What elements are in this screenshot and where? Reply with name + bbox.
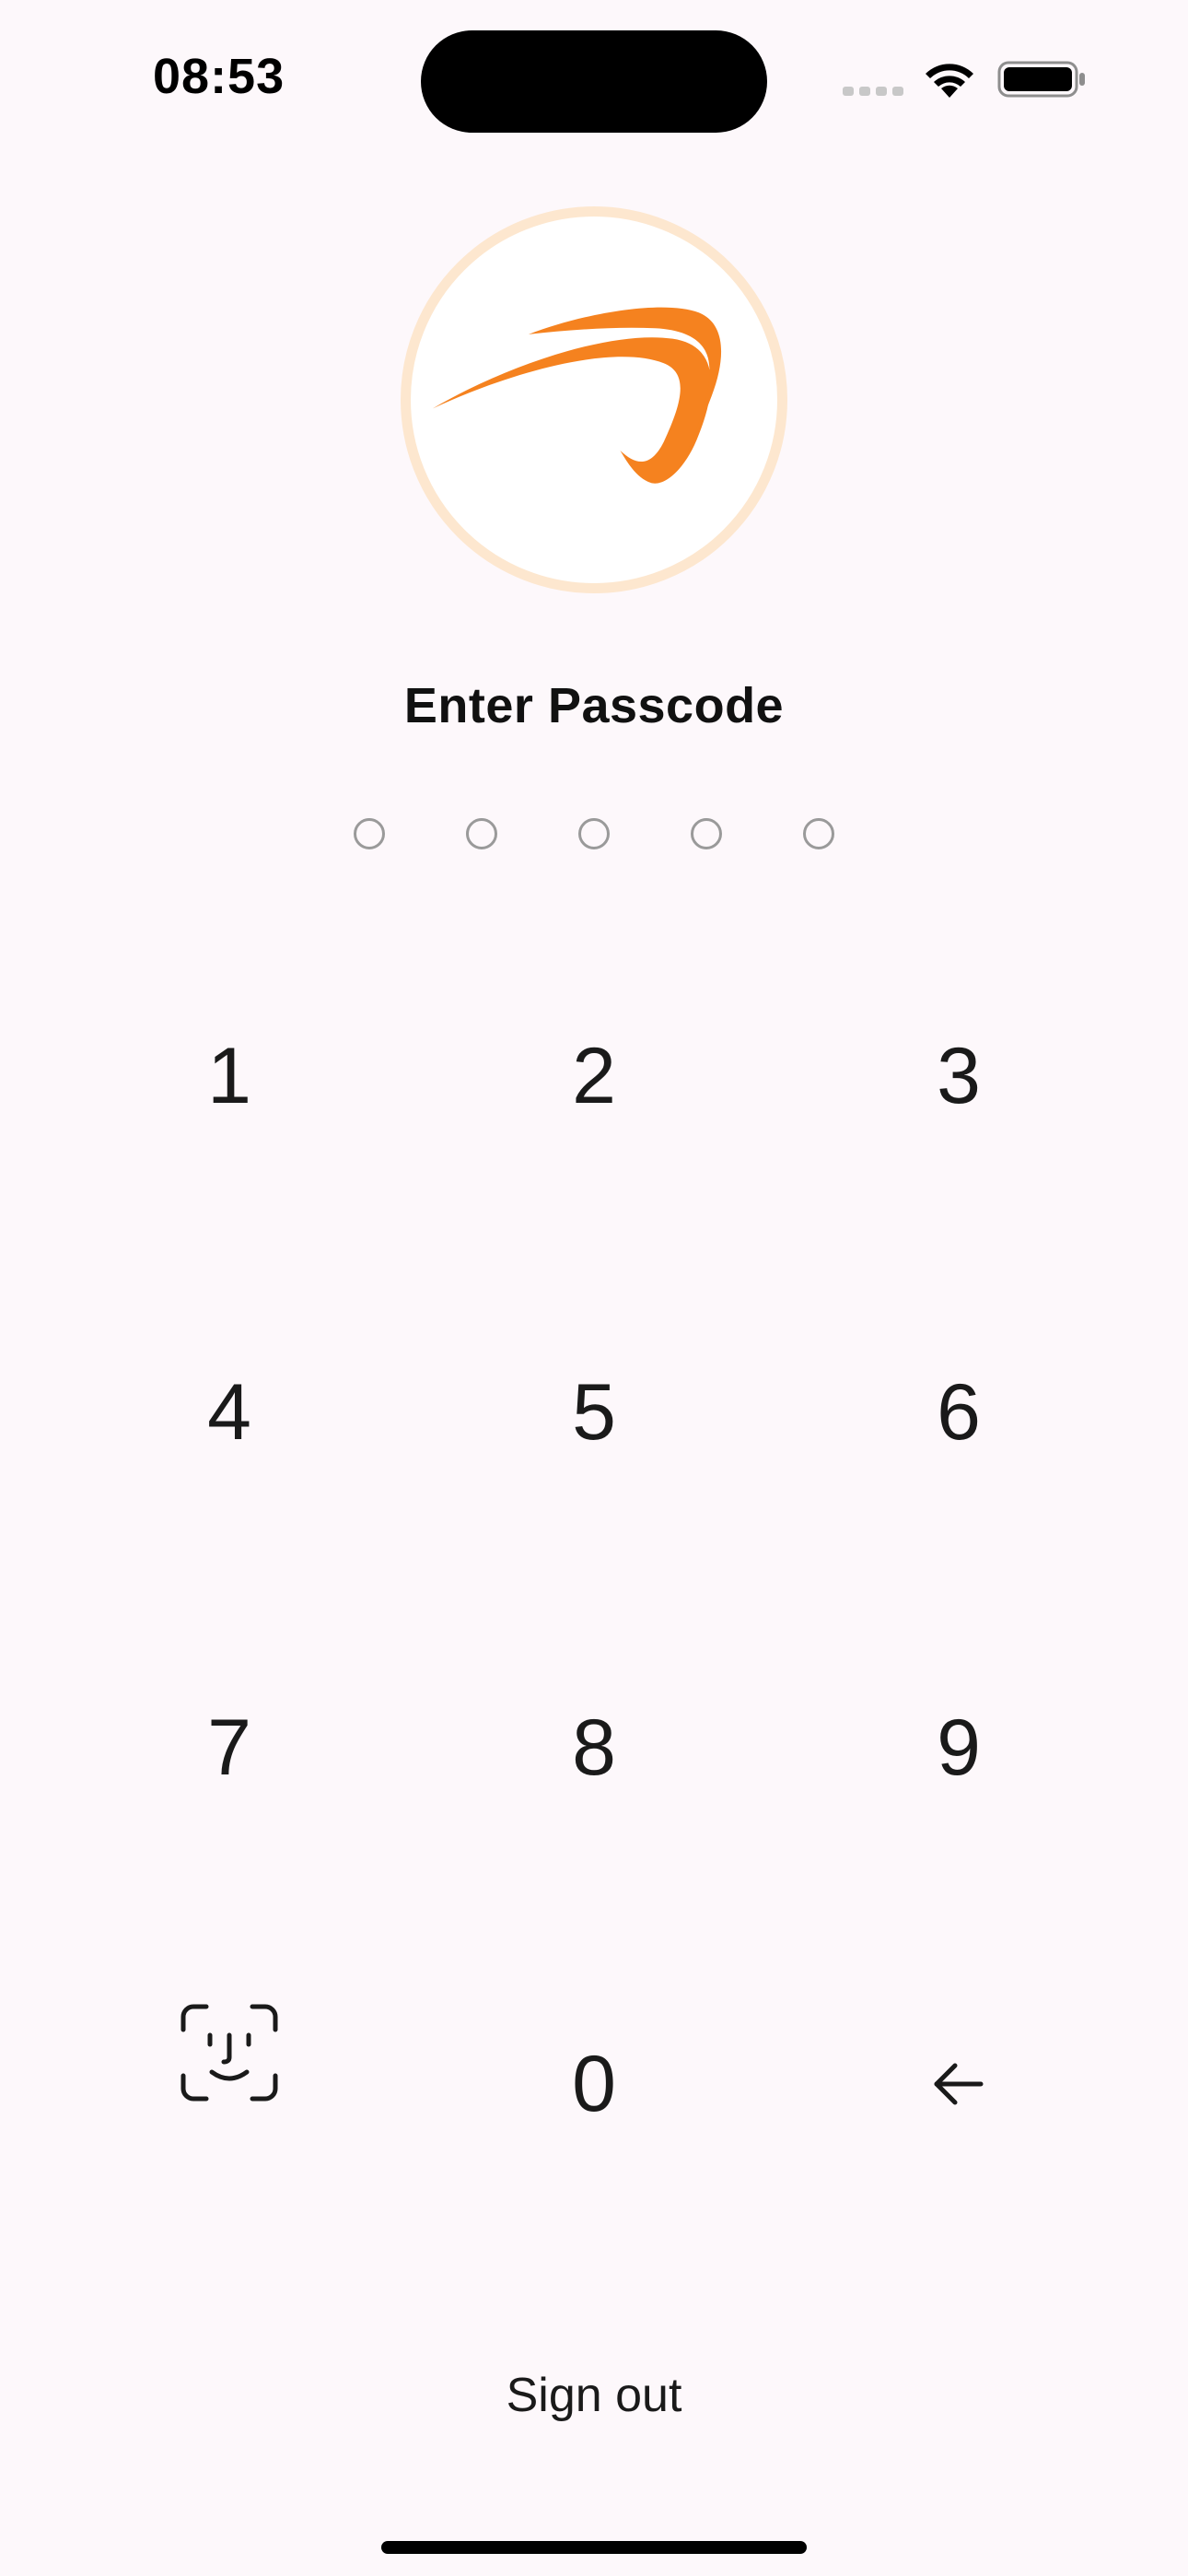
brand-swoosh-icon xyxy=(432,307,722,484)
backspace-arrow-icon xyxy=(934,2063,984,2105)
key-4[interactable]: 4 xyxy=(91,1320,367,1505)
wifi-icon xyxy=(926,64,973,98)
passcode-dot xyxy=(803,818,834,849)
passcode-dot xyxy=(354,818,385,849)
key-9[interactable]: 9 xyxy=(821,1656,1097,1840)
face-id-button[interactable] xyxy=(91,1961,367,2145)
page-title: Enter Passcode xyxy=(403,678,785,733)
backspace-button[interactable] xyxy=(821,1992,1097,2176)
key-0[interactable]: 0 xyxy=(456,1992,732,2176)
key-5[interactable]: 5 xyxy=(456,1320,732,1505)
sign-out-button[interactable]: Sign out xyxy=(0,2368,1188,2423)
passcode-indicator xyxy=(0,818,1188,855)
key-2[interactable]: 2 xyxy=(456,984,732,1168)
key-1[interactable]: 1 xyxy=(91,984,367,1168)
passcode-dot xyxy=(578,818,610,849)
passcode-dot xyxy=(691,818,722,849)
key-6[interactable]: 6 xyxy=(821,1320,1097,1505)
brand-logo xyxy=(401,206,787,593)
key-7[interactable]: 7 xyxy=(91,1656,367,1840)
signal-icon xyxy=(843,87,903,96)
key-8[interactable]: 8 xyxy=(456,1656,732,1840)
passcode-dot xyxy=(466,818,497,849)
home-indicator[interactable] xyxy=(381,2541,807,2554)
face-id-icon xyxy=(181,2004,278,2102)
dynamic-island xyxy=(421,30,767,133)
key-3[interactable]: 3 xyxy=(821,984,1097,1168)
status-time: 08:53 xyxy=(153,49,285,104)
battery-icon xyxy=(997,61,1085,98)
